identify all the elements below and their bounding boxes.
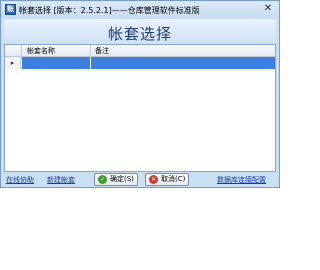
cancel-button[interactable]: ✕ 取消(C) xyxy=(145,173,189,186)
account-selection-window: 账 帐套选择 [版本：2.5.2.1]——仓库管理软件标准版 ✕ 帐套选择 帐套… xyxy=(0,0,280,188)
window-title: 帐套选择 [版本：2.5.2.1]——仓库管理软件标准版 xyxy=(19,6,200,15)
account-grid[interactable]: 帐套名称 备注 ▸ xyxy=(4,44,276,172)
title-bar[interactable]: 账 帐套选择 [版本：2.5.2.1]——仓库管理软件标准版 ✕ xyxy=(1,1,279,19)
row-header-corner xyxy=(5,45,22,56)
column-header-account-name[interactable]: 帐套名称 xyxy=(27,46,55,56)
check-icon: ✓ xyxy=(98,175,107,184)
close-icon[interactable]: ✕ xyxy=(261,3,275,15)
dialog-header: 帐套选择 xyxy=(4,19,276,44)
table-row[interactable]: ▸ xyxy=(5,57,275,69)
cell-account-name[interactable] xyxy=(22,57,90,69)
column-header-remark[interactable]: 备注 xyxy=(95,46,109,56)
current-row-marker: ▸ xyxy=(5,57,21,69)
online-help-link[interactable]: 在线协助 xyxy=(6,175,34,185)
cell-remark[interactable] xyxy=(91,57,275,69)
dialog-footer: 在线协助 新建帐套 ✓ 确定(S) ✕ 取消(C) 数据库连接配置 xyxy=(1,172,279,188)
new-account-link[interactable]: 新建帐套 xyxy=(47,175,75,185)
grid-header: 帐套名称 备注 xyxy=(5,45,275,57)
cancel-button-label: 取消(C) xyxy=(161,175,186,183)
app-icon: 账 xyxy=(5,4,16,15)
column-divider[interactable] xyxy=(90,45,91,56)
database-config-link[interactable]: 数据库连接配置 xyxy=(217,175,266,185)
ok-button-label: 确定(S) xyxy=(110,175,134,183)
ok-button[interactable]: ✓ 确定(S) xyxy=(94,173,138,186)
dialog-title: 帐套选择 xyxy=(107,25,172,43)
cancel-icon: ✕ xyxy=(149,175,158,184)
